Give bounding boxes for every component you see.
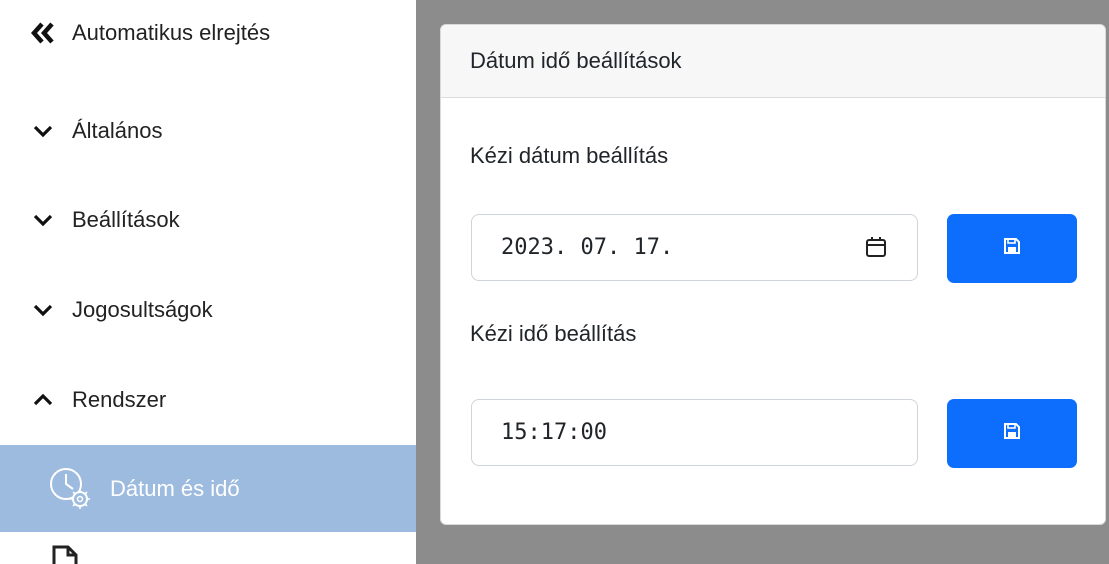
chevron-down-icon	[30, 298, 56, 322]
chevron-up-icon	[30, 388, 56, 412]
sidebar-item-auto-hide[interactable]: Automatikus elrejtés	[0, 3, 416, 63]
chevron-down-icon	[30, 119, 56, 143]
time-field-label: Kézi idő beállítás	[470, 321, 637, 346]
chevron-down-icon	[30, 208, 56, 232]
sidebar-item-jogosultsagok[interactable]: Jogosultságok	[0, 280, 416, 340]
date-input[interactable]: 2023. 07. 17.	[471, 214, 918, 281]
sidebar-item-label: Jogosultságok	[72, 297, 213, 322]
sidebar: Automatikus elrejtés Általános Beállítás…	[0, 0, 416, 564]
time-input[interactable]: 15:17:00	[471, 399, 918, 466]
save-icon	[1003, 422, 1021, 445]
card-title: Dátum idő beállítások	[441, 25, 1105, 98]
sidebar-item-label: Rendszer	[72, 387, 167, 412]
document-icon[interactable]	[50, 545, 80, 564]
sidebar-item-label: Általános	[72, 118, 163, 143]
sidebar-item-altalanos[interactable]: Általános	[0, 101, 416, 161]
sidebar-item-label: Automatikus elrejtés	[72, 20, 271, 45]
sidebar-item-label: Beállítások	[72, 207, 180, 232]
calendar-icon[interactable]	[865, 236, 887, 258]
date-field-label: Kézi dátum beállítás	[470, 143, 669, 168]
save-date-button[interactable]	[947, 214, 1077, 283]
main-content: Dátum idő beállítások Kézi dátum beállít…	[416, 0, 1109, 564]
time-input-value: 15:17:00	[501, 420, 607, 445]
sidebar-item-beallitasok[interactable]: Beállítások	[0, 190, 416, 250]
save-icon	[1003, 237, 1021, 260]
sidebar-item-label: Dátum és idő	[110, 475, 240, 501]
clock-gear-icon	[46, 464, 96, 514]
datetime-settings-card: Dátum idő beállítások Kézi dátum beállít…	[440, 24, 1106, 525]
date-input-value: 2023. 07. 17.	[501, 235, 674, 260]
sidebar-item-datum-es-ido[interactable]: Dátum és idő	[0, 445, 416, 532]
save-time-button[interactable]	[947, 399, 1077, 468]
double-chevron-left-icon	[30, 21, 56, 45]
sidebar-item-rendszer[interactable]: Rendszer	[0, 370, 416, 430]
